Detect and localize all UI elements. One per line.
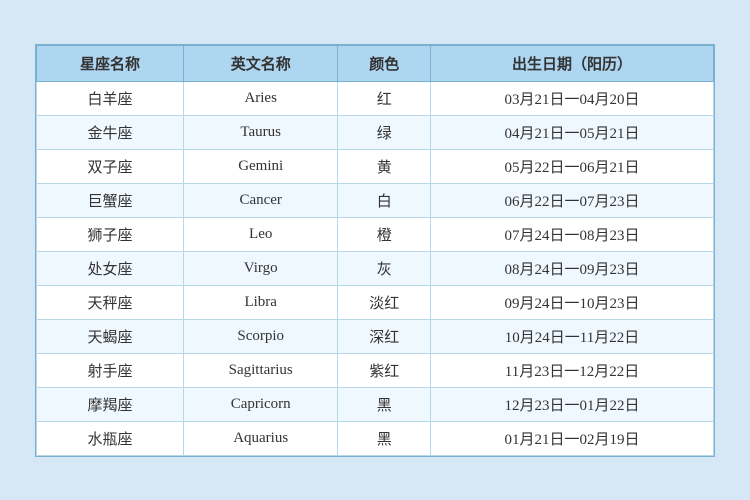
cell-r8-c0: 射手座 — [37, 353, 184, 387]
table-header-row: 星座名称英文名称颜色出生日期（阳历） — [37, 45, 714, 81]
cell-r8-c3: 11月23日一12月22日 — [430, 353, 713, 387]
cell-r3-c2: 白 — [338, 183, 431, 217]
cell-r7-c0: 天蝎座 — [37, 319, 184, 353]
cell-r4-c0: 狮子座 — [37, 217, 184, 251]
cell-r3-c3: 06月22日一07月23日 — [430, 183, 713, 217]
table-row: 白羊座Aries红03月21日一04月20日 — [37, 81, 714, 115]
cell-r5-c3: 08月24日一09月23日 — [430, 251, 713, 285]
cell-r1-c0: 金牛座 — [37, 115, 184, 149]
cell-r6-c3: 09月24日一10月23日 — [430, 285, 713, 319]
cell-r4-c1: Leo — [183, 217, 337, 251]
col-header-3: 出生日期（阳历） — [430, 45, 713, 81]
cell-r2-c1: Gemini — [183, 149, 337, 183]
cell-r3-c1: Cancer — [183, 183, 337, 217]
cell-r2-c2: 黄 — [338, 149, 431, 183]
cell-r5-c1: Virgo — [183, 251, 337, 285]
col-header-1: 英文名称 — [183, 45, 337, 81]
cell-r10-c1: Aquarius — [183, 421, 337, 455]
cell-r6-c2: 淡红 — [338, 285, 431, 319]
table-row: 摩羯座Capricorn黑12月23日一01月22日 — [37, 387, 714, 421]
cell-r1-c3: 04月21日一05月21日 — [430, 115, 713, 149]
cell-r1-c2: 绿 — [338, 115, 431, 149]
cell-r7-c2: 深红 — [338, 319, 431, 353]
col-header-0: 星座名称 — [37, 45, 184, 81]
table-row: 处女座Virgo灰08月24日一09月23日 — [37, 251, 714, 285]
cell-r4-c3: 07月24日一08月23日 — [430, 217, 713, 251]
table-body: 白羊座Aries红03月21日一04月20日金牛座Taurus绿04月21日一0… — [37, 81, 714, 455]
cell-r9-c0: 摩羯座 — [37, 387, 184, 421]
zodiac-table-container: 星座名称英文名称颜色出生日期（阳历） 白羊座Aries红03月21日一04月20… — [35, 44, 715, 457]
table-row: 巨蟹座Cancer白06月22日一07月23日 — [37, 183, 714, 217]
table-row: 狮子座Leo橙07月24日一08月23日 — [37, 217, 714, 251]
cell-r10-c3: 01月21日一02月19日 — [430, 421, 713, 455]
cell-r8-c2: 紫红 — [338, 353, 431, 387]
cell-r3-c0: 巨蟹座 — [37, 183, 184, 217]
cell-r5-c0: 处女座 — [37, 251, 184, 285]
cell-r10-c0: 水瓶座 — [37, 421, 184, 455]
cell-r5-c2: 灰 — [338, 251, 431, 285]
cell-r6-c0: 天秤座 — [37, 285, 184, 319]
cell-r4-c2: 橙 — [338, 217, 431, 251]
table-row: 双子座Gemini黄05月22日一06月21日 — [37, 149, 714, 183]
cell-r9-c2: 黑 — [338, 387, 431, 421]
col-header-2: 颜色 — [338, 45, 431, 81]
zodiac-table: 星座名称英文名称颜色出生日期（阳历） 白羊座Aries红03月21日一04月20… — [36, 45, 714, 456]
cell-r2-c0: 双子座 — [37, 149, 184, 183]
cell-r8-c1: Sagittarius — [183, 353, 337, 387]
cell-r2-c3: 05月22日一06月21日 — [430, 149, 713, 183]
table-row: 金牛座Taurus绿04月21日一05月21日 — [37, 115, 714, 149]
cell-r0-c0: 白羊座 — [37, 81, 184, 115]
cell-r1-c1: Taurus — [183, 115, 337, 149]
cell-r0-c3: 03月21日一04月20日 — [430, 81, 713, 115]
table-row: 天蝎座Scorpio深红10月24日一11月22日 — [37, 319, 714, 353]
cell-r10-c2: 黑 — [338, 421, 431, 455]
cell-r0-c2: 红 — [338, 81, 431, 115]
cell-r9-c1: Capricorn — [183, 387, 337, 421]
cell-r7-c3: 10月24日一11月22日 — [430, 319, 713, 353]
cell-r7-c1: Scorpio — [183, 319, 337, 353]
table-row: 射手座Sagittarius紫红11月23日一12月22日 — [37, 353, 714, 387]
cell-r6-c1: Libra — [183, 285, 337, 319]
cell-r0-c1: Aries — [183, 81, 337, 115]
table-row: 天秤座Libra淡红09月24日一10月23日 — [37, 285, 714, 319]
table-row: 水瓶座Aquarius黑01月21日一02月19日 — [37, 421, 714, 455]
cell-r9-c3: 12月23日一01月22日 — [430, 387, 713, 421]
